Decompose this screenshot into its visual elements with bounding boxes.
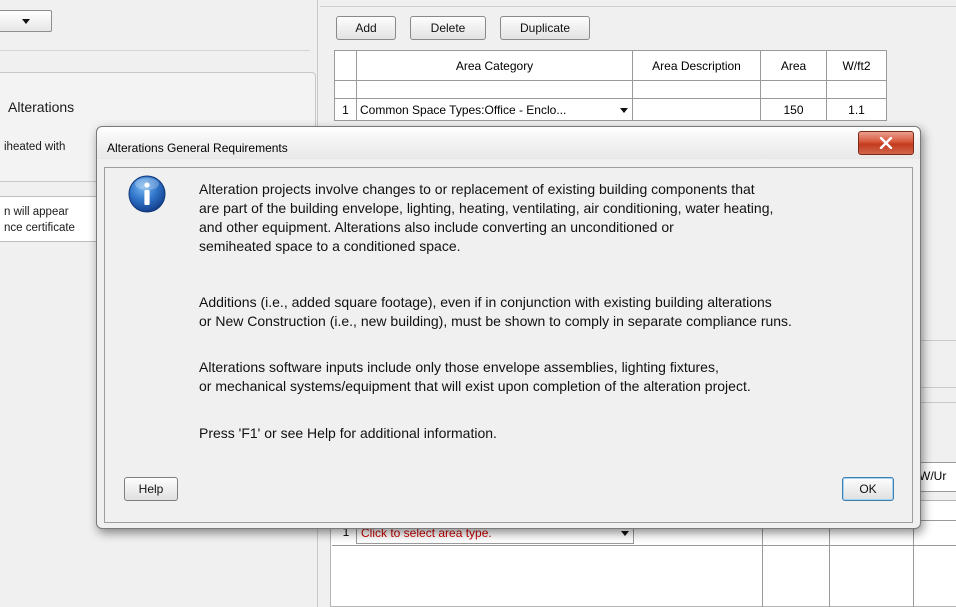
row-number [334, 80, 357, 99]
grid-cell [356, 80, 633, 99]
grid-cell [826, 80, 887, 99]
wft2-cell[interactable]: 1.1 [826, 98, 887, 121]
dialog-title: Alterations General Requirements [107, 141, 288, 155]
area-description-cell[interactable] [632, 98, 761, 121]
scope-dropdown[interactable] [0, 10, 52, 32]
alterations-heading: Alterations [8, 99, 75, 115]
close-button[interactable] [858, 131, 914, 155]
area-category-select[interactable]: Common Space Types:Office - Enclo... [356, 98, 633, 121]
dialog-body: Alteration projects involve changes to o… [104, 167, 913, 523]
message-paragraph: Alterations software inputs include only… [199, 359, 751, 394]
column-header[interactable]: Area [760, 50, 827, 81]
close-icon [879, 137, 893, 149]
info-icon [127, 174, 167, 217]
column-header[interactable]: W/ft2 [826, 50, 887, 81]
column-divider [829, 520, 830, 607]
notes-text-line: nce certificate [4, 222, 75, 234]
area-cell[interactable]: 150 [760, 98, 827, 121]
message-paragraph: Alteration projects involve changes to o… [199, 181, 774, 254]
column-divider [762, 520, 763, 607]
grid-cell [632, 80, 761, 99]
notes-text-line: n will appear [4, 206, 69, 218]
column-header[interactable]: Area Category [356, 50, 633, 81]
chevron-down-icon[interactable] [617, 103, 630, 117]
help-button[interactable]: Help [124, 477, 178, 501]
chevron-down-icon [22, 19, 30, 24]
row-header-corner [334, 50, 357, 81]
panel-border [320, 6, 956, 7]
dialog-titlebar[interactable]: Alterations General Requirements [97, 127, 920, 159]
duplicate-button[interactable]: Duplicate [500, 16, 590, 40]
column-header[interactable]: Area Description [632, 50, 761, 81]
grid-cell [760, 80, 827, 99]
area-category-value: Common Space Types:Office - Enclo... [360, 102, 567, 117]
row-number: 1 [334, 98, 357, 121]
message-paragraph: Press 'F1' or see Help for additional in… [199, 425, 497, 441]
table-row[interactable]: 1 Common Space Types:Office - Enclo... 1… [334, 98, 887, 121]
area-grid: Area Category Area Description Area W/ft… [334, 50, 887, 121]
delete-button[interactable]: Delete [410, 16, 486, 40]
alterations-dialog: Alterations General Requirements Alterat… [96, 126, 921, 529]
add-button[interactable]: Add [336, 16, 396, 40]
divider [0, 50, 310, 51]
notes-textbox [0, 196, 110, 242]
alterations-option-text: iheated with [4, 141, 66, 153]
message-paragraph: Additions (i.e., added square footage), … [199, 294, 792, 329]
ok-button[interactable]: OK [842, 477, 894, 501]
